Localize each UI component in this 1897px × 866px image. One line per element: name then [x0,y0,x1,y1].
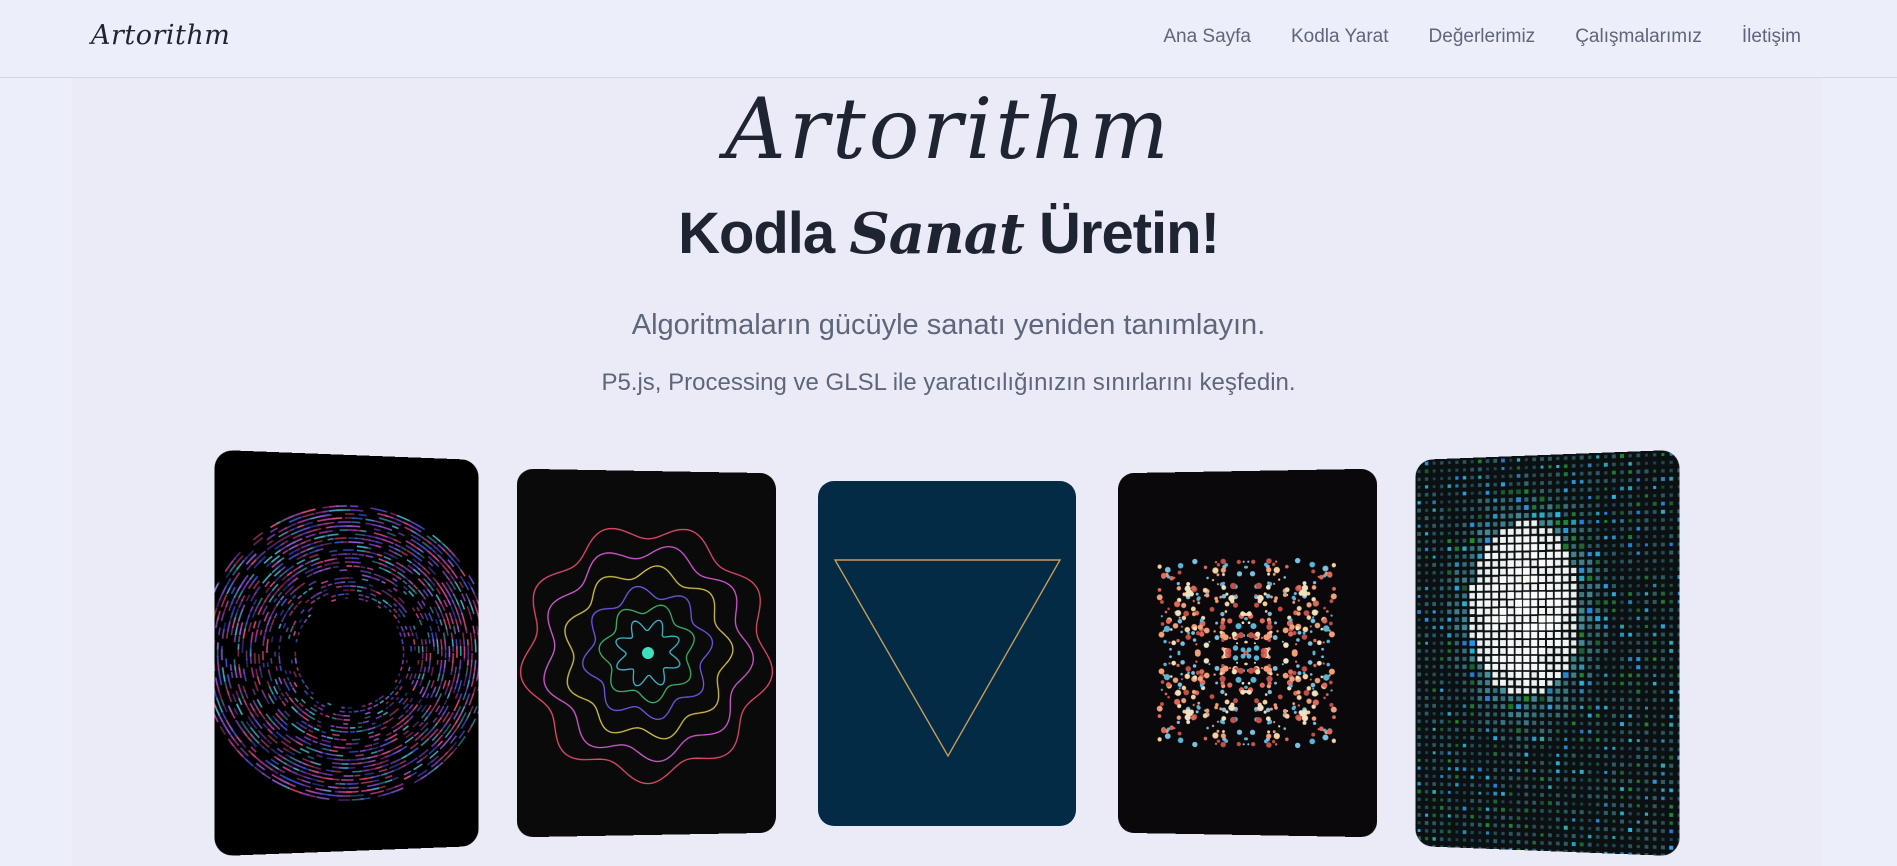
main-nav: Ana Sayfa Kodla Yarat Değerlerimiz Çalış… [1163,26,1801,48]
headline-accent: Sanat [849,201,1025,267]
gallery-card-5[interactable] [1415,449,1680,857]
gallery-card-4[interactable] [1118,468,1378,838]
nav-link-contact[interactable]: İletişim [1742,26,1801,48]
hero-tagline: P5.js, Processing ve GLSL ile yaratıcılı… [601,369,1296,396]
pixel-grid-art-icon [1417,452,1680,857]
nav-link-create-with-code[interactable]: Kodla Yarat [1291,26,1389,48]
nav-link-values[interactable]: Değerlerimiz [1429,26,1536,48]
gallery-card-2[interactable] [516,468,776,838]
nav-link-home[interactable]: Ana Sayfa [1163,26,1251,48]
triangle-art-icon [833,559,1062,758]
gallery-card-3[interactable] [818,481,1076,826]
ring-particles-art-icon [215,450,479,857]
wavy-rings-art-icon [517,469,776,838]
brand-logo[interactable]: Artorithm [91,20,230,51]
headline-part-2: Üretin! [1039,201,1220,266]
hero-headline: Kodla Sanat Üretin! [0,200,1897,267]
hero-logo: Artorithm [725,80,1172,178]
gallery-card-1[interactable] [214,449,479,857]
kaleidoscope-dots-art-icon [1156,557,1337,749]
nav-link-works[interactable]: Çalışmalarımız [1575,26,1702,48]
hero-subtitle: Algoritmaların gücüyle sanatı yeniden ta… [631,309,1266,341]
top-navigation-bar: Artorithm Ana Sayfa Kodla Yarat Değerler… [0,0,1897,78]
headline-part-1: Kodla [678,201,835,266]
